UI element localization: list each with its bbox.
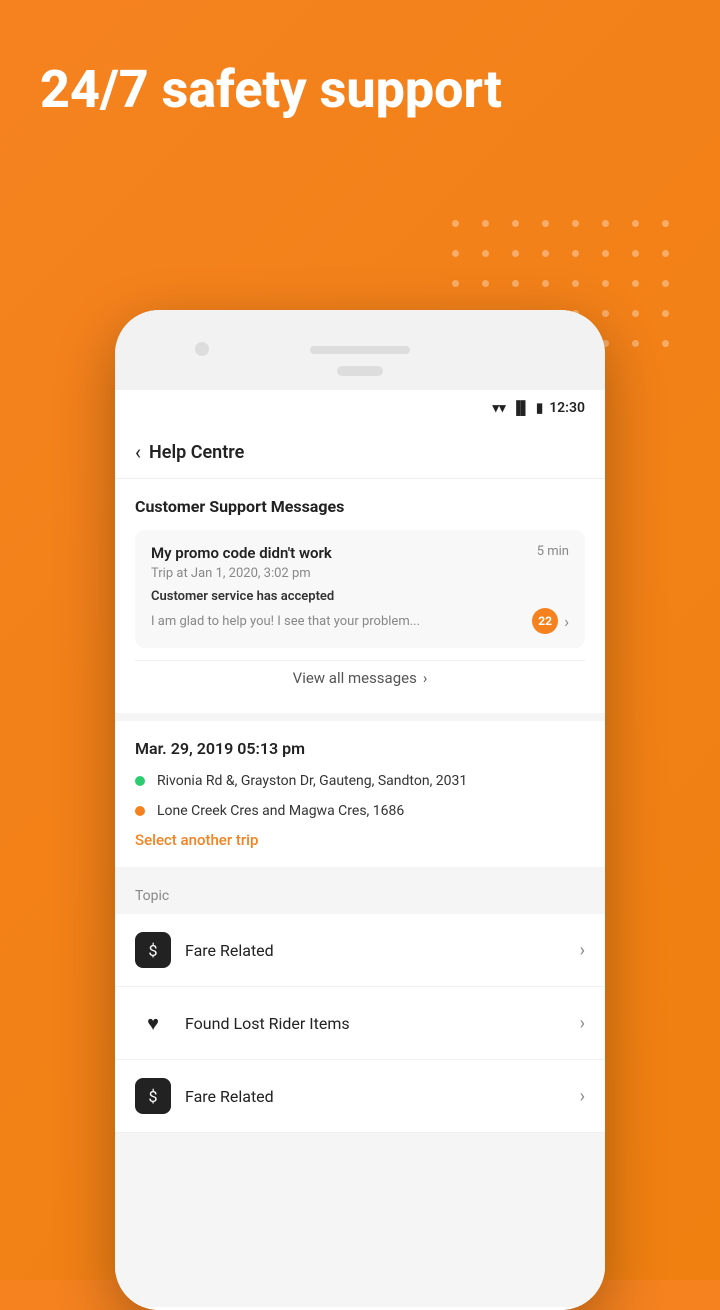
topic-item-label: Found Lost Rider Items [185, 1014, 580, 1033]
back-button[interactable]: ‹ Help Centre [135, 440, 244, 464]
trip-dropoff-row: Lone Creek Cres and Magwa Cres, 1686 [135, 802, 585, 822]
select-another-trip-button[interactable]: Select another trip [135, 831, 585, 849]
found-lost-icon-box: ♥ [135, 1005, 171, 1041]
view-all-chevron-icon: › [423, 669, 428, 687]
unread-badge: 22 [532, 608, 558, 634]
message-time: 5 min [537, 544, 569, 559]
phone-home-button [337, 366, 383, 376]
topic-label: Topic [135, 888, 169, 904]
trip-pickup-row: Rivonia Rd &, Grayston Dr, Gauteng, Sand… [135, 772, 585, 792]
page-title: Help Centre [149, 442, 244, 463]
message-title: My promo code didn't work [151, 544, 537, 562]
message-trip: Trip at Jan 1, 2020, 3:02 pm [151, 566, 569, 581]
trip-pickup-text: Rivonia Rd &, Grayston Dr, Gauteng, Sand… [157, 772, 467, 792]
topic-item-label: Fare Related [185, 1087, 580, 1106]
message-status: Customer service has accepted [151, 589, 569, 604]
app-header: ‹ Help Centre [115, 426, 605, 479]
status-time: 12:30 [549, 400, 585, 416]
trip-section: Mar. 29, 2019 05:13 pm Rivonia Rd &, Gra… [115, 721, 605, 867]
support-section-title: Customer Support Messages [135, 497, 585, 516]
topic-chevron-icon: › [580, 1086, 585, 1107]
chevron-right-icon: › [564, 612, 569, 631]
status-bar: ▾▾ ▐▌ ▮ 12:30 [115, 390, 605, 426]
wifi-icon: ▾▾ [493, 401, 506, 416]
fare-related-1-icon: $ [135, 932, 171, 968]
signal-icon: ▐▌ [512, 400, 530, 416]
view-all-button[interactable]: View all messages › [135, 660, 585, 695]
fare-related-2-icon: $ [135, 1078, 171, 1114]
phone-speaker [310, 346, 410, 354]
message-preview: I am glad to help you! I see that your p… [151, 614, 532, 629]
phone-frame: ▾▾ ▐▌ ▮ 12:30 ‹ Help Centre Customer Sup… [115, 310, 605, 1310]
phone-notch [115, 310, 605, 390]
scroll-area[interactable]: Customer Support Messages My promo code … [115, 479, 605, 1307]
pickup-dot-icon [135, 776, 145, 786]
message-card[interactable]: My promo code didn't work 5 min Trip at … [135, 530, 585, 648]
hero-title: 24/7 safety support [40, 60, 502, 120]
support-section: Customer Support Messages My promo code … [115, 479, 605, 713]
topic-chevron-icon: › [580, 1013, 585, 1034]
view-all-label: View all messages [293, 669, 417, 687]
battery-icon: ▮ [536, 401, 543, 416]
dropoff-dot-icon [135, 806, 145, 816]
topic-section-header: Topic [115, 875, 605, 914]
phone-camera [195, 342, 209, 356]
topic-item-found-lost[interactable]: ♥ Found Lost Rider Items › [115, 987, 605, 1060]
topic-item-fare-related-2[interactable]: $ Fare Related › [115, 1060, 605, 1133]
trip-datetime: Mar. 29, 2019 05:13 pm [135, 739, 585, 758]
trip-dropoff-text: Lone Creek Cres and Magwa Cres, 1686 [157, 802, 404, 822]
topic-item-fare-related-1[interactable]: $ Fare Related › [115, 914, 605, 987]
app-content: ‹ Help Centre Customer Support Messages … [115, 426, 605, 1310]
topic-chevron-icon: › [580, 940, 585, 961]
topic-item-label: Fare Related [185, 941, 580, 960]
back-chevron-icon: ‹ [135, 440, 141, 464]
